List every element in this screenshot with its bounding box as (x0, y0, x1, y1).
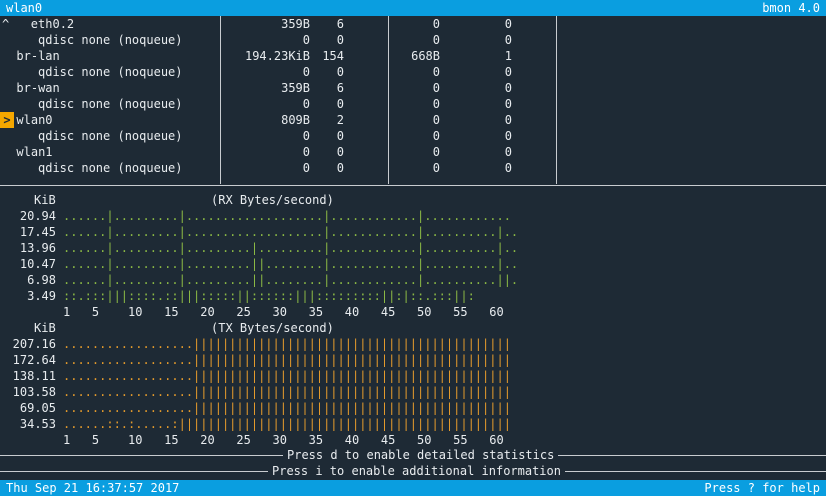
rx-packets: 0 (336, 145, 344, 159)
rx-y-label: 17.45 (19, 225, 56, 239)
tx-packets: 0 (504, 113, 512, 127)
rx-graph-row: ......|.........|.........||........|...… (63, 257, 519, 271)
title-bar: wlan0 bmon 4.0 (0, 0, 826, 16)
interface-indent (2, 144, 16, 160)
tx-packets: 0 (504, 65, 512, 79)
interface-indent: ^ (2, 17, 31, 31)
selection-marker-icon: > (0, 112, 14, 128)
tx-y-label: 172.64 (12, 353, 56, 367)
rx-graph-row: ......|.........|...................|...… (63, 209, 511, 223)
interface-row[interactable]: wlan0 809B 2 0 0 (0, 112, 826, 128)
tx-graph-row: ..................||||||||||||||||||||||… (63, 337, 511, 351)
rx-y-label: 10.47 (19, 257, 56, 271)
tx-y-label: 103.58 (12, 385, 56, 399)
rx-graph-row: ::.:::|||::::.::|||:::::||::::::|||:::::… (63, 289, 475, 303)
rx-graph-row: ......|.........|...................|...… (63, 225, 519, 239)
interface-name: qdisc none (noqueue) (38, 33, 183, 47)
tx-bytes: 0 (432, 33, 440, 47)
tx-graph-row: ..................||||||||||||||||||||||… (63, 385, 511, 399)
interface-indent (2, 160, 38, 176)
tx-graph-x-axis: 1 5 10 15 20 25 30 35 40 45 50 55 60 (63, 433, 504, 447)
tx-y-label: 207.16 (12, 337, 56, 351)
rx-packets: 0 (336, 161, 344, 175)
tx-packets: 0 (504, 129, 512, 143)
additional-info-hint: Press i to enable additional information (268, 463, 565, 479)
interface-row[interactable]: qdisc none (noqueue) 0 0 0 0 (0, 96, 826, 112)
interface-row[interactable]: qdisc none (noqueue) 0 0 0 0 (0, 160, 826, 176)
interface-row[interactable]: wlan1 0 0 0 0 (0, 144, 826, 160)
interface-name: br-lan (16, 49, 60, 63)
interface-row[interactable]: qdisc none (noqueue) 0 0 0 0 (0, 32, 826, 48)
rx-packets: 6 (336, 81, 344, 95)
tx-bytes: 0 (432, 113, 440, 127)
tx-bytes: 0 (432, 17, 440, 31)
tx-bytes: 0 (432, 65, 440, 79)
rx-graph-title: (RX Bytes/second) (211, 193, 334, 207)
tx-bytes: 668B (411, 49, 440, 63)
rx-y-label: 3.49 (27, 289, 56, 303)
detailed-stats-hint: Press d to enable detailed statistics (283, 447, 559, 463)
tx-bytes: 0 (432, 81, 440, 95)
interface-name: wlan0 (16, 113, 53, 127)
rx-packets: 0 (336, 129, 344, 143)
interface-indent (2, 32, 38, 48)
tx-bytes: 0 (432, 161, 440, 175)
interface-row[interactable]: br-wan 359B 6 0 0 (0, 80, 826, 96)
tx-packets: 0 (504, 81, 512, 95)
rx-graph-unit: KiB (34, 193, 56, 207)
interface-indent (2, 96, 38, 112)
interface-name: qdisc none (noqueue) (38, 65, 183, 79)
rx-graph-x-axis: 1 5 10 15 20 25 30 35 40 45 50 55 60 (63, 305, 504, 319)
tx-y-label: 138.11 (12, 369, 56, 383)
interface-indent (2, 64, 38, 80)
status-bar: Thu Sep 21 16:37:57 2017 Press ? for hel… (0, 480, 826, 496)
interface-row[interactable]: qdisc none (noqueue) 0 0 0 0 (0, 64, 826, 80)
rx-y-label: 6.98 (27, 273, 56, 287)
interface-row[interactable]: br-lan 194.23KiB 154 668B 1 (0, 48, 826, 64)
rx-packets: 154 (322, 49, 344, 63)
rx-packets: 0 (336, 33, 344, 47)
tx-bytes: 0 (432, 97, 440, 111)
app-version: bmon 4.0 (762, 1, 820, 15)
interface-name: eth0.2 (30, 17, 75, 31)
rx-graph-row: ......|.........|.........||........|...… (63, 273, 519, 287)
tx-graph-title: (TX Bytes/second) (211, 321, 334, 335)
tx-bytes: 0 (432, 145, 440, 159)
interface-row[interactable]: eth0.2 359B 6 0 0 (0, 16, 826, 32)
rx-y-label: 13.96 (19, 241, 56, 255)
tx-graph-row: ..................||||||||||||||||||||||… (63, 401, 511, 415)
tx-y-label: 69.05 (19, 401, 56, 415)
tx-graph-row: ..................||||||||||||||||||||||… (63, 353, 511, 367)
interface-name: wlan1 (16, 145, 53, 159)
tx-packets: 1 (504, 49, 512, 63)
rx-packets: 0 (336, 65, 344, 79)
rx-packets: 0 (336, 97, 344, 111)
tx-y-label: 34.53 (19, 417, 56, 431)
section-divider (0, 185, 826, 186)
help-hint[interactable]: Press ? for help (704, 480, 820, 496)
interface-row[interactable]: qdisc none (noqueue) 0 0 0 0 (0, 128, 826, 144)
interface-indent (2, 48, 16, 64)
interface-name: qdisc none (noqueue) (38, 161, 183, 175)
interface-name: br-wan (16, 81, 60, 95)
interface-name: qdisc none (noqueue) (38, 129, 183, 143)
interface-indent (2, 80, 16, 96)
rx-packets: 2 (336, 113, 344, 127)
current-interface-title: wlan0 (6, 1, 43, 15)
tx-packets: 0 (504, 97, 512, 111)
tx-packets: 0 (504, 161, 512, 175)
tx-graph-row: ......::.:.....:||||||||||||||||||||||||… (63, 417, 511, 431)
rx-graph-row: ......|.........|.........|.........|...… (63, 241, 519, 255)
tx-graph-unit: KiB (34, 321, 56, 335)
interface-name: qdisc none (noqueue) (38, 97, 183, 111)
tx-bytes: 0 (432, 129, 440, 143)
rx-packets: 6 (336, 17, 344, 31)
interface-indent (2, 128, 38, 144)
tx-packets: 0 (504, 145, 512, 159)
rx-y-label: 20.94 (19, 209, 56, 223)
tx-packets: 0 (504, 33, 512, 47)
tx-packets: 0 (504, 17, 512, 31)
status-timestamp: Thu Sep 21 16:37:57 2017 (6, 481, 180, 495)
tx-graph-row: ..................||||||||||||||||||||||… (63, 369, 511, 383)
